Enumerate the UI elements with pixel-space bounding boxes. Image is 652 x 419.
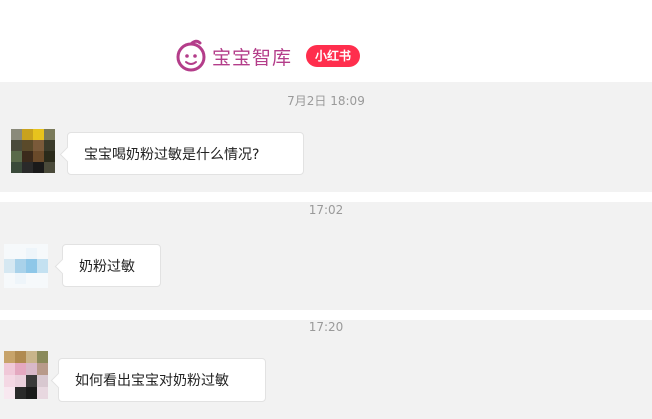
brand-name: 宝宝智库	[212, 46, 293, 69]
message-bubble[interactable]: 如何看出宝宝对奶粉过敏	[58, 358, 266, 402]
section-divider	[0, 192, 652, 202]
message-text: 如何看出宝宝对奶粉过敏	[75, 373, 229, 389]
avatar[interactable]	[4, 244, 48, 288]
section-divider	[0, 310, 652, 320]
message-timestamp: 17:02	[308, 203, 344, 217]
avatar[interactable]	[4, 351, 48, 399]
xiaohongshu-badge: 小红书	[306, 45, 361, 67]
brand-area: 宝宝智库 小红书	[174, 36, 361, 76]
chat-header: 宝宝智库 小红书	[0, 0, 652, 82]
message-group: 17:20 如何看出宝宝对奶粉过敏	[0, 320, 652, 419]
avatar[interactable]	[11, 129, 55, 173]
message-bubble[interactable]: 奶粉过敏	[62, 244, 161, 287]
message-text: 宝宝喝奶粉过敏是什么情况?	[84, 146, 260, 163]
message-group: 17:02 奶粉过敏	[0, 202, 652, 310]
message-bubble[interactable]: 宝宝喝奶粉过敏是什么情况?	[67, 132, 304, 175]
message-timestamp: 7月2日 18:09	[287, 94, 365, 108]
message-text: 奶粉过敏	[79, 258, 135, 275]
message-timestamp: 17:20	[308, 320, 344, 334]
message-group: 7月2日 18:09 宝宝喝奶粉过敏是什么情况?	[0, 82, 652, 192]
baby-face-logo-icon	[176, 39, 206, 72]
